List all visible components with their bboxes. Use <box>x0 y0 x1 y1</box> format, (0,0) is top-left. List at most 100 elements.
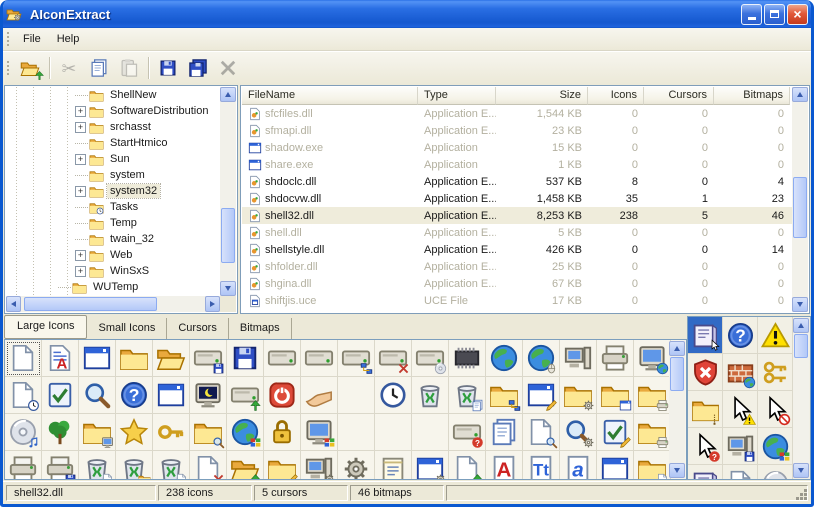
file-row-shgina.dll[interactable]: shgina.dllApplication E...67 KB000 <box>242 275 792 292</box>
grid-cell-check[interactable] <box>42 377 79 414</box>
grid-cell-monitor[interactable] <box>634 340 671 377</box>
preview-cell-warning[interactable] <box>758 317 793 354</box>
grid-cell-gear[interactable] <box>338 451 375 480</box>
tree-item-system[interactable]: system <box>6 167 220 183</box>
grid-cell-notepad[interactable] <box>375 451 412 480</box>
tab-large-icons[interactable]: Large Icons <box>4 315 87 339</box>
grid-cell-drive[interactable] <box>301 340 338 377</box>
grid-cell-recycle[interactable] <box>412 377 449 414</box>
preview-cell-shield-x[interactable] <box>688 354 723 391</box>
tree-item-web[interactable]: +Web <box>6 247 220 263</box>
grid-cell-window[interactable] <box>79 340 116 377</box>
grid-cell-printer[interactable] <box>5 451 42 480</box>
grid-cell-star[interactable] <box>116 414 153 451</box>
scrollbar-thumb[interactable] <box>221 208 235 262</box>
scroll-up-button[interactable] <box>793 318 809 333</box>
grid-cell-doc[interactable] <box>449 451 486 480</box>
grid-cell-cd[interactable] <box>5 414 42 451</box>
file-row-sfmapi.dll[interactable]: sfmapi.dllApplication E...23 KB000 <box>242 122 792 139</box>
close-button[interactable]: × <box>787 4 808 25</box>
column-header-bitmaps[interactable]: Bitmaps <box>714 87 790 105</box>
preview-cell-book[interactable] <box>688 317 723 354</box>
column-header-type[interactable]: Type <box>418 87 496 105</box>
expand-icon[interactable]: + <box>75 106 86 117</box>
minimize-button[interactable] <box>741 4 762 25</box>
expand-icon[interactable]: + <box>75 122 86 133</box>
file-row-shdoclc.dll[interactable]: shdoclc.dllApplication E...537 KB804 <box>242 173 792 190</box>
grid-cell-folder[interactable] <box>486 377 523 414</box>
grid-cell-folder[interactable] <box>634 377 671 414</box>
grid-cell-help[interactable] <box>116 377 153 414</box>
expand-icon[interactable]: + <box>75 266 86 277</box>
resize-grip[interactable] <box>804 497 807 500</box>
preview-cell-cursor[interactable] <box>688 428 723 465</box>
tree-item-system32[interactable]: +system32 <box>6 183 220 199</box>
tree-item-tasks[interactable]: Tasks <box>6 199 220 215</box>
file-row-sfcfiles.dll[interactable]: sfcfiles.dllApplication E...1,544 KB000 <box>242 105 792 122</box>
grid-cell-floppy[interactable] <box>227 340 264 377</box>
file-row-shadow.exe[interactable]: shadow.exeApplication15 KB000 <box>242 139 792 156</box>
file-row-shfolder.dll[interactable]: shfolder.dllApplication E...25 KB000 <box>242 258 792 275</box>
list-vertical-scrollbar[interactable] <box>792 87 808 312</box>
grid-cell-drive[interactable] <box>190 340 227 377</box>
grid-cell-printer[interactable] <box>42 451 79 480</box>
grid-cell-folder[interactable] <box>560 377 597 414</box>
column-header-filename[interactable]: FileName <box>242 87 418 105</box>
save-all-button[interactable] <box>183 54 213 81</box>
scroll-up-button[interactable] <box>669 341 685 356</box>
preview-cell-cd[interactable] <box>758 465 793 480</box>
column-header-size[interactable]: Size <box>496 87 588 105</box>
preview-cell-doc[interactable] <box>723 465 758 480</box>
grid-cell-globe[interactable] <box>523 340 560 377</box>
save-button[interactable] <box>153 54 183 81</box>
grid-cell-empty[interactable] <box>375 414 412 451</box>
column-header-icons[interactable]: Icons <box>588 87 644 105</box>
file-row-shdocvw.dll[interactable]: shdocvw.dllApplication E...1,458 KB35123 <box>242 190 792 207</box>
scroll-up-button[interactable] <box>792 87 808 102</box>
grid-cell-folder[interactable] <box>597 377 634 414</box>
grid-cell-drive[interactable] <box>338 340 375 377</box>
grid-cell-empty[interactable] <box>412 414 449 451</box>
grid-cell-folder[interactable] <box>190 414 227 451</box>
scrollbar-thumb[interactable] <box>670 357 684 391</box>
grid-cell-monitor[interactable] <box>301 414 338 451</box>
grid-cell-globe[interactable] <box>227 414 264 451</box>
menubar-gripper[interactable] <box>7 32 10 46</box>
grid-cell-magnifier[interactable] <box>79 377 116 414</box>
grid-cell-font-tt[interactable] <box>523 451 560 480</box>
grid-cell-monitor-moon[interactable] <box>190 377 227 414</box>
expand-icon[interactable]: + <box>75 250 86 261</box>
grid-cell-drive[interactable] <box>412 340 449 377</box>
file-row-share.exe[interactable]: share.exeApplication1 KB000 <box>242 156 792 173</box>
grid-cell-lock[interactable] <box>264 414 301 451</box>
tree-vertical-scrollbar[interactable] <box>220 87 236 296</box>
file-row-shell.dll[interactable]: shell.dllApplication E...5 KB000 <box>242 224 792 241</box>
grid-cell-drive[interactable] <box>227 377 264 414</box>
cut-button[interactable] <box>54 54 84 81</box>
tree-item-softwaredistribution[interactable]: +SoftwareDistribution <box>6 103 220 119</box>
scrollbar-thumb[interactable] <box>24 297 157 311</box>
file-row-shellstyle.dll[interactable]: shellstyle.dllApplication E...426 KB0014 <box>242 241 792 258</box>
tree-item-winsxs[interactable]: +WinSxS <box>6 263 220 279</box>
grid-cell-computer[interactable] <box>560 340 597 377</box>
grid-cell-recycle[interactable] <box>153 451 190 480</box>
grid-cell-folder[interactable] <box>634 414 671 451</box>
preview-cell-cursor[interactable] <box>758 391 793 428</box>
grid-cell-folder-open[interactable] <box>227 451 264 480</box>
menu-file[interactable]: File <box>15 30 49 48</box>
scrollbar-thumb[interactable] <box>794 334 808 358</box>
grid-cell-computer[interactable] <box>301 451 338 480</box>
grid-cell-recycle[interactable] <box>79 451 116 480</box>
grid-cell-drive[interactable] <box>264 340 301 377</box>
scroll-up-button[interactable] <box>220 87 236 102</box>
grid-cell-folder-open[interactable] <box>153 340 190 377</box>
scroll-down-button[interactable] <box>792 297 808 312</box>
tree-item-wutemp[interactable]: WUTemp <box>6 279 220 295</box>
grid-cell-doc-a[interactable] <box>42 340 79 377</box>
grid-cell-drive[interactable] <box>449 414 486 451</box>
grid-cell-clock[interactable] <box>375 377 412 414</box>
copy-button[interactable] <box>84 54 114 81</box>
scroll-left-button[interactable] <box>6 296 21 312</box>
preview-cell-wall[interactable] <box>723 354 758 391</box>
expand-icon[interactable]: + <box>75 186 86 197</box>
